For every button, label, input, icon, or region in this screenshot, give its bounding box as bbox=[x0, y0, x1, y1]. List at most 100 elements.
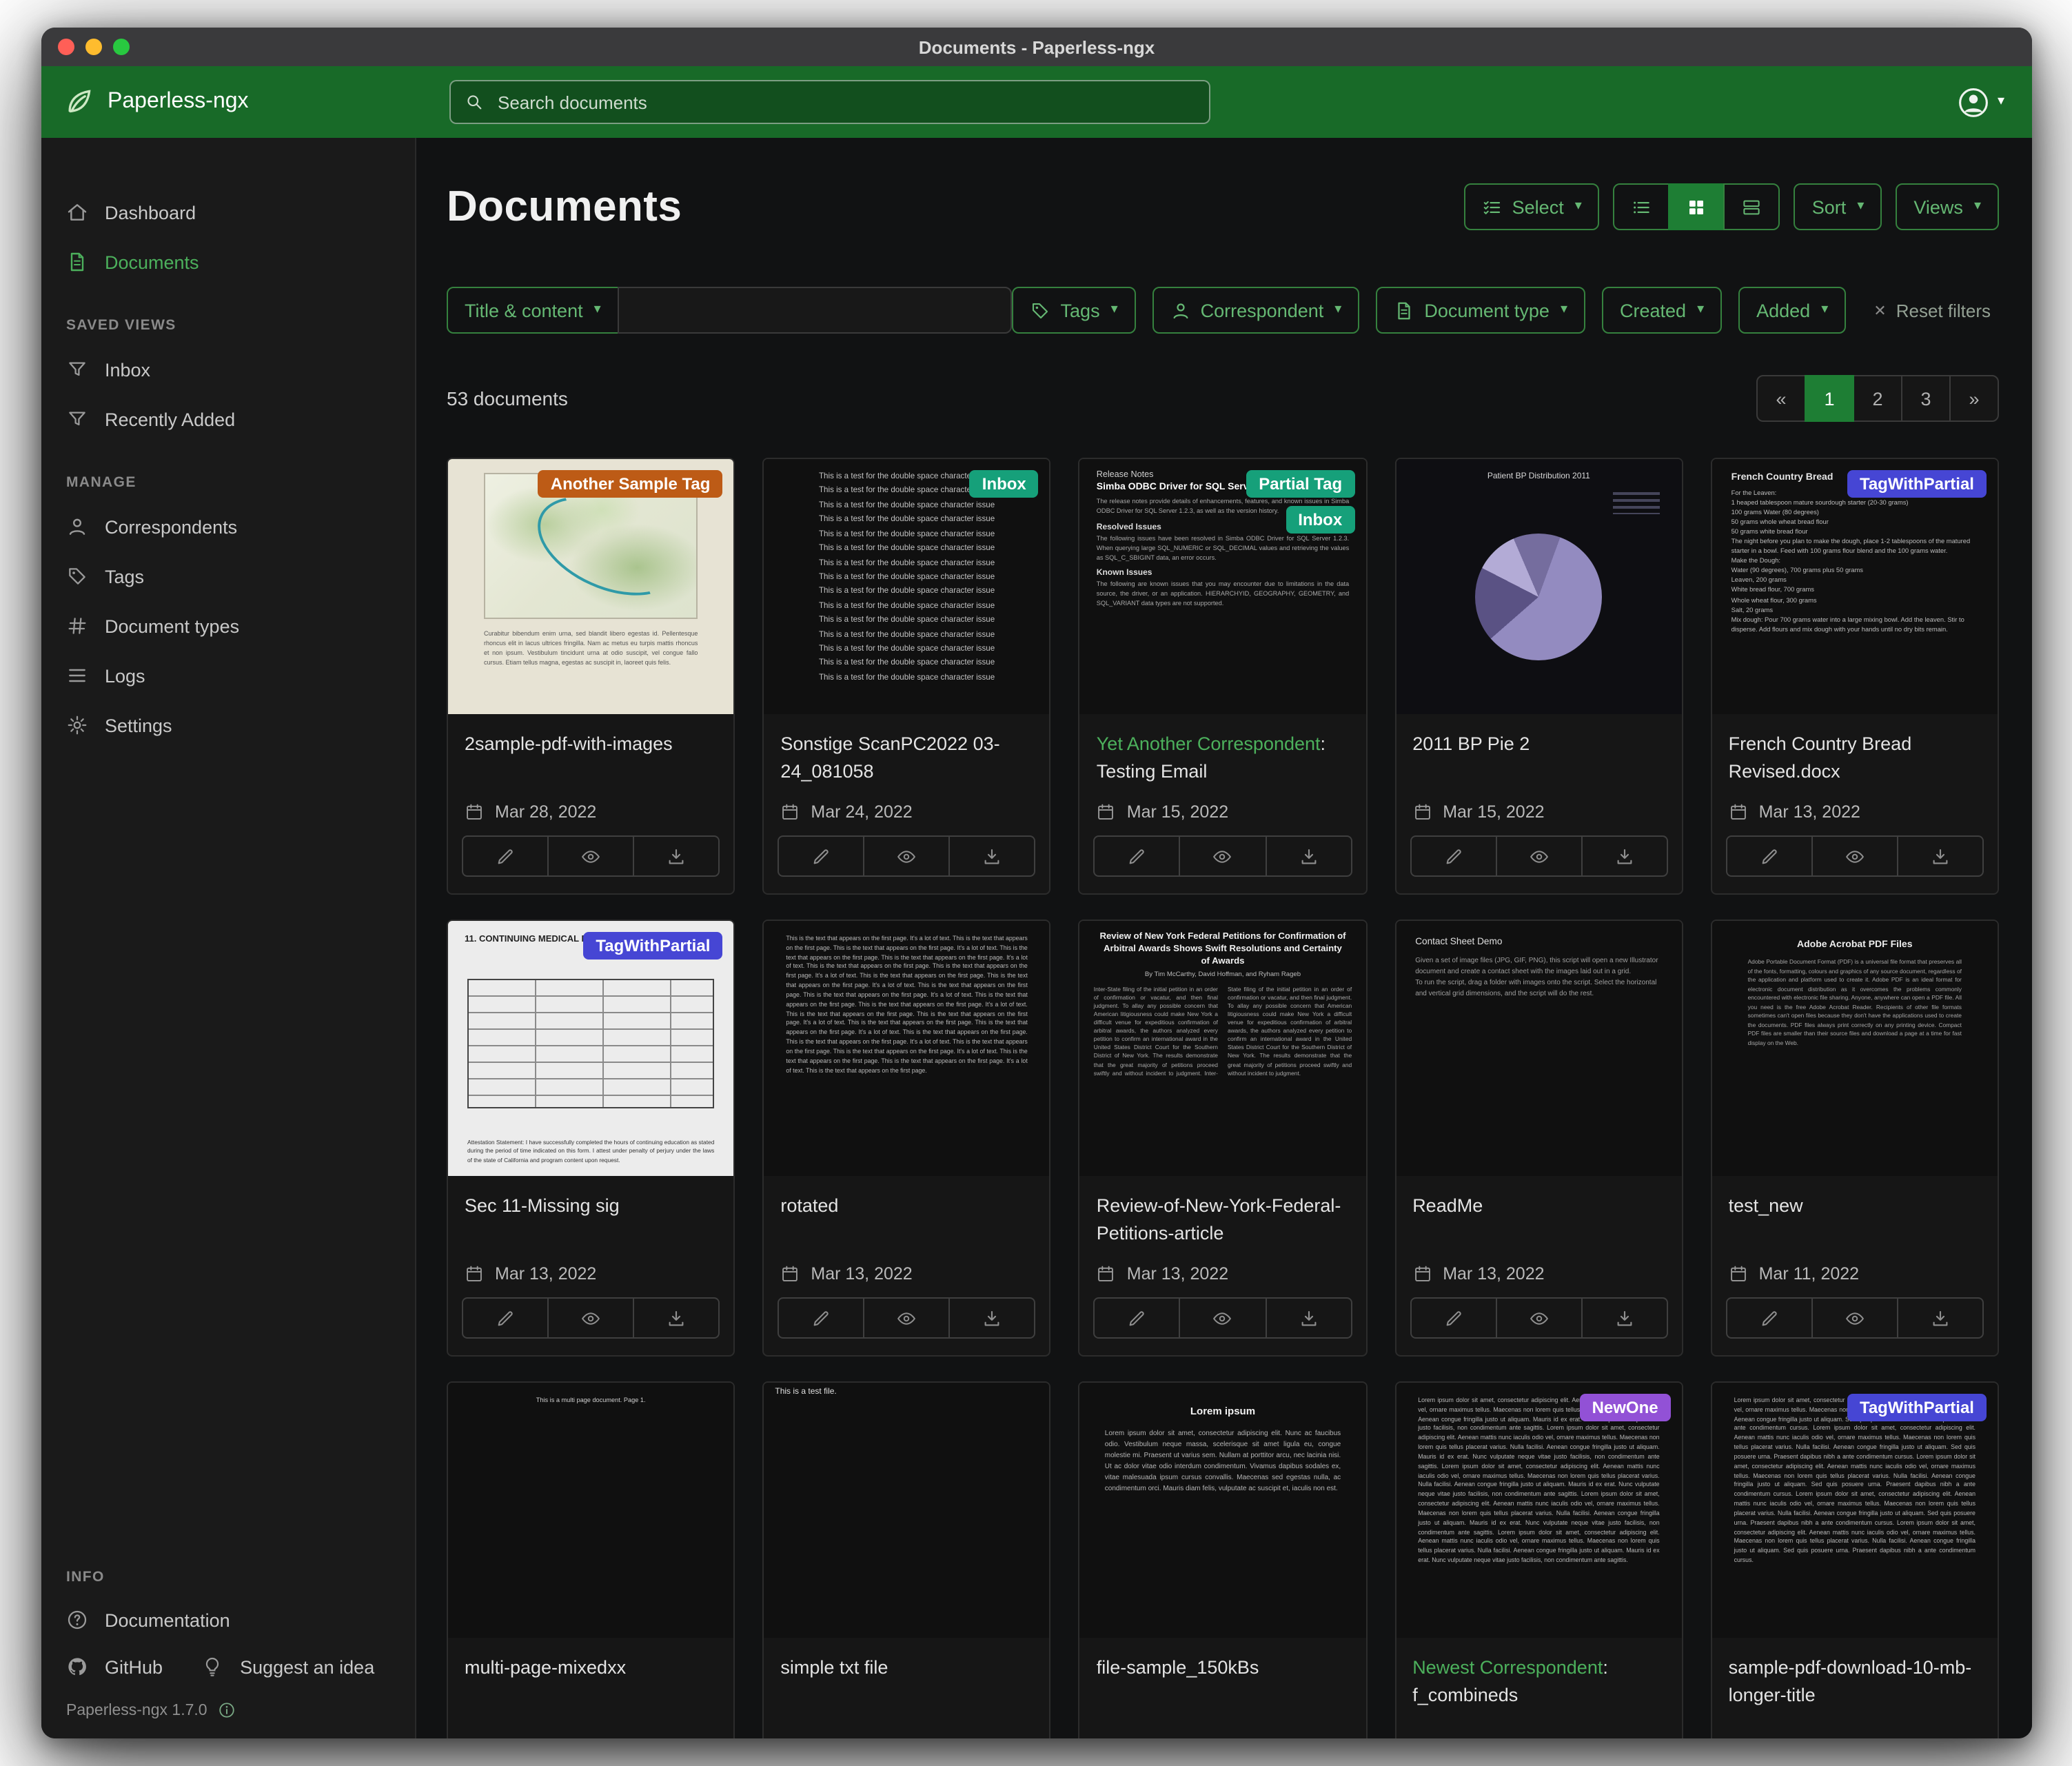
download-button[interactable] bbox=[633, 1297, 720, 1339]
document-card-2011-bp-pie-2[interactable]: Patient BP Distribution 2011 2011 BP Pie… bbox=[1394, 458, 1683, 895]
edit-button[interactable] bbox=[1094, 1297, 1181, 1339]
select-button[interactable]: Select ▾ bbox=[1464, 183, 1600, 230]
view-button[interactable] bbox=[1811, 1297, 1898, 1339]
document-card-readme[interactable]: Contact Sheet DemoGiven a set of image f… bbox=[1394, 920, 1683, 1357]
edit-button[interactable] bbox=[1726, 1297, 1813, 1339]
document-thumbnail[interactable]: Curabitur bibendum enim urna, sed blandi… bbox=[448, 459, 733, 714]
document-card-multi-page-mixedxx[interactable]: This is a multi page document. Page 1. m… bbox=[447, 1381, 735, 1738]
sidebar-item-github[interactable]: GitHub bbox=[41, 1643, 187, 1690]
document-thumbnail[interactable]: 11. CONTINUING MEDICAL EDUCATIONAttestat… bbox=[448, 921, 733, 1176]
edit-button[interactable] bbox=[1410, 835, 1496, 877]
app-brand[interactable]: Paperless-ngx bbox=[63, 87, 430, 117]
zoom-button[interactable] bbox=[113, 39, 130, 55]
views-button[interactable]: Views ▾ bbox=[1896, 183, 1999, 230]
tag-badge-tagwithpartial[interactable]: TagWithPartial bbox=[1847, 470, 1987, 498]
document-thumbnail[interactable]: Lorem ipsumLorem ipsum dolor sit amet, c… bbox=[1080, 1383, 1365, 1638]
sidebar-item-document-types[interactable]: Document types bbox=[41, 601, 415, 651]
document-title[interactable]: file-sample_150kBs bbox=[1097, 1654, 1349, 1681]
edit-button[interactable] bbox=[462, 1297, 549, 1339]
document-title[interactable]: Newest Correspondent: f_combineds bbox=[1412, 1654, 1665, 1708]
document-title[interactable]: 2sample-pdf-with-images bbox=[465, 731, 717, 758]
document-correspondent[interactable]: Yet Another Correspondent bbox=[1097, 733, 1321, 754]
view-details-button[interactable] bbox=[1724, 183, 1780, 230]
filter-text-input[interactable] bbox=[618, 287, 1012, 334]
pagination-prev[interactable]: « bbox=[1756, 375, 1806, 422]
document-thumbnail[interactable]: This is a multi page document. Page 1. bbox=[448, 1383, 733, 1638]
sidebar-item-inbox[interactable]: Inbox bbox=[41, 345, 415, 394]
tag-badge-inbox[interactable]: Inbox bbox=[1286, 506, 1354, 534]
document-type-filter-button[interactable]: Document type▾ bbox=[1376, 287, 1585, 334]
info-icon[interactable] bbox=[219, 1701, 236, 1719]
view-grid-button[interactable] bbox=[1669, 183, 1725, 230]
document-card-rotated[interactable]: This is the text that appears on the fir… bbox=[762, 920, 1050, 1357]
document-title[interactable]: French Country Bread Revised.docx bbox=[1729, 731, 1981, 784]
global-search[interactable] bbox=[449, 80, 1210, 124]
view-button[interactable] bbox=[1495, 835, 1582, 877]
sidebar-item-documents[interactable]: Documents bbox=[41, 237, 415, 287]
document-thumbnail[interactable]: Lorem ipsum dolor sit amet, consectetur … bbox=[1396, 1383, 1681, 1638]
document-thumbnail[interactable]: Review of New York Federal Petitions for… bbox=[1080, 921, 1365, 1176]
document-thumbnail[interactable]: Contact Sheet DemoGiven a set of image f… bbox=[1396, 921, 1681, 1176]
document-card-sonstige-scanpc2022-03-24-081058[interactable]: This is a test for the double space char… bbox=[762, 458, 1050, 895]
document-thumbnail[interactable]: Adobe Acrobat PDF FilesAdobe Portable Do… bbox=[1712, 921, 1998, 1176]
edit-button[interactable] bbox=[1410, 1297, 1496, 1339]
sidebar-item-suggest-an-idea[interactable]: Suggest an idea bbox=[187, 1643, 399, 1690]
tag-badge-tagwithpartial[interactable]: TagWithPartial bbox=[583, 932, 722, 960]
view-button[interactable] bbox=[547, 835, 634, 877]
document-card-review-of-new-york-federal-petitions-article[interactable]: Review of New York Federal Petitions for… bbox=[1079, 920, 1367, 1357]
pagination-page-1[interactable]: 1 bbox=[1805, 375, 1854, 422]
document-thumbnail[interactable]: This is a test file. bbox=[764, 1383, 1049, 1638]
download-button[interactable] bbox=[1897, 835, 1984, 877]
edit-button[interactable] bbox=[778, 1297, 864, 1339]
download-button[interactable] bbox=[1581, 835, 1667, 877]
pagination-page-3[interactable]: 3 bbox=[1901, 375, 1951, 422]
sidebar-item-documentation[interactable]: Documentation bbox=[41, 1596, 255, 1643]
document-card-testing-email[interactable]: Release NotesSimba ODBC Driver for SQL S… bbox=[1079, 458, 1367, 895]
download-button[interactable] bbox=[1265, 835, 1352, 877]
document-title[interactable]: Sonstige ScanPC2022 03-24_081058 bbox=[780, 731, 1033, 784]
document-title[interactable]: Sec 11-Missing sig bbox=[465, 1192, 717, 1219]
download-button[interactable] bbox=[1897, 1297, 1984, 1339]
document-card-sec-11-missing-sig[interactable]: 11. CONTINUING MEDICAL EDUCATIONAttestat… bbox=[447, 920, 735, 1357]
added-filter-button[interactable]: Added▾ bbox=[1738, 287, 1846, 334]
download-button[interactable] bbox=[949, 1297, 1036, 1339]
search-input[interactable] bbox=[495, 90, 1195, 114]
sidebar-item-recently-added[interactable]: Recently Added bbox=[41, 394, 415, 444]
view-list-button[interactable] bbox=[1614, 183, 1670, 230]
created-filter-button[interactable]: Created▾ bbox=[1602, 287, 1722, 334]
tag-badge-inbox[interactable]: Inbox bbox=[970, 470, 1039, 498]
sort-button[interactable]: Sort ▾ bbox=[1794, 183, 1882, 230]
sidebar-item-dashboard[interactable]: Dashboard bbox=[41, 187, 415, 237]
download-button[interactable] bbox=[1265, 1297, 1352, 1339]
document-card-test-new[interactable]: Adobe Acrobat PDF FilesAdobe Portable Do… bbox=[1711, 920, 1999, 1357]
tag-badge-partial-tag[interactable]: Partial Tag bbox=[1246, 470, 1354, 498]
sidebar-item-logs[interactable]: Logs bbox=[41, 651, 415, 700]
tag-badge-another-sample-tag[interactable]: Another Sample Tag bbox=[538, 470, 723, 498]
document-title[interactable]: ReadMe bbox=[1412, 1192, 1665, 1219]
correspondent-filter-button[interactable]: Correspondent▾ bbox=[1152, 287, 1360, 334]
document-title[interactable]: sample-pdf-download-10-mb-longer-title bbox=[1729, 1654, 1981, 1708]
document-title[interactable]: 2011 BP Pie 2 bbox=[1412, 731, 1665, 758]
document-card-f-combineds[interactable]: Lorem ipsum dolor sit amet, consectetur … bbox=[1394, 1381, 1683, 1738]
document-correspondent[interactable]: Newest Correspondent bbox=[1412, 1657, 1603, 1678]
edit-button[interactable] bbox=[462, 835, 549, 877]
document-title[interactable]: Review-of-New-York-Federal-Petitions-art… bbox=[1097, 1192, 1349, 1246]
document-thumbnail[interactable]: Patient BP Distribution 2011 bbox=[1396, 459, 1681, 714]
sidebar-item-settings[interactable]: Settings bbox=[41, 700, 415, 750]
sidebar-item-correspondents[interactable]: Correspondents bbox=[41, 502, 415, 551]
close-button[interactable] bbox=[58, 39, 74, 55]
pagination-next[interactable]: » bbox=[1949, 375, 1999, 422]
download-button[interactable] bbox=[1581, 1297, 1667, 1339]
view-button[interactable] bbox=[1811, 835, 1898, 877]
view-button[interactable] bbox=[1179, 1297, 1266, 1339]
edit-button[interactable] bbox=[1094, 835, 1181, 877]
download-button[interactable] bbox=[949, 835, 1036, 877]
document-thumbnail[interactable]: This is a test for the double space char… bbox=[764, 459, 1049, 714]
document-title[interactable]: Yet Another Correspondent: Testing Email bbox=[1097, 731, 1349, 784]
document-thumbnail[interactable]: Lorem ipsum dolor sit amet, consectetur … bbox=[1712, 1383, 1998, 1638]
pagination-page-2[interactable]: 2 bbox=[1853, 375, 1902, 422]
tag-badge-newone[interactable]: NewOne bbox=[1580, 1394, 1671, 1421]
title-content-dropdown[interactable]: Title & content ▾ bbox=[447, 287, 619, 334]
download-button[interactable] bbox=[633, 835, 720, 877]
sidebar-item-tags[interactable]: Tags bbox=[41, 551, 415, 601]
